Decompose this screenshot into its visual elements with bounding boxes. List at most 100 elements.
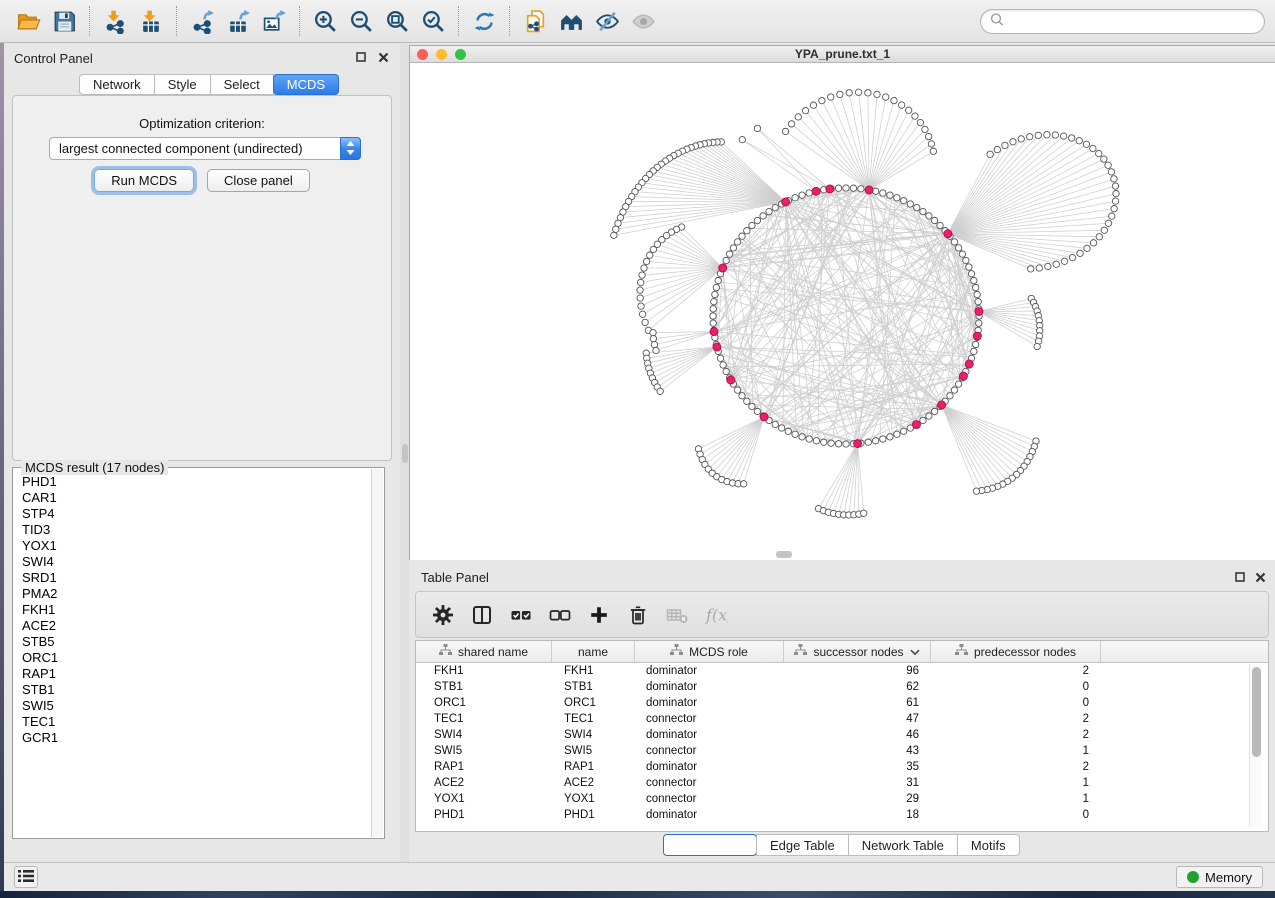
deselect-all-columns-button[interactable] — [545, 600, 575, 630]
zoom-out-button[interactable] — [343, 3, 379, 39]
table-scrollbar-thumb[interactable] — [1252, 667, 1261, 757]
mcds-result-scrollbar[interactable] — [371, 469, 383, 837]
mcds-result-item[interactable]: SWI4 — [22, 554, 371, 570]
zoom-fit-button[interactable] — [379, 3, 415, 39]
toolbar-separator — [89, 6, 90, 36]
mcds-result-item[interactable]: GCR1 — [22, 730, 371, 746]
cell-name: ACE2 — [552, 775, 635, 791]
table-scrollbar[interactable] — [1249, 664, 1262, 826]
open-session-button[interactable] — [10, 3, 46, 39]
column-gear-button[interactable] — [428, 600, 458, 630]
search-input[interactable] — [1009, 14, 1255, 28]
mcds-result-item[interactable]: RAP1 — [22, 666, 371, 682]
table-header-row: shared namenameMCDS rolesuccessor nodesp… — [416, 641, 1268, 663]
cell-successor-nodes: 62 — [784, 679, 931, 695]
mcds-result-item[interactable]: ORC1 — [22, 650, 371, 666]
close-table-panel-icon[interactable] — [1253, 570, 1267, 584]
mcds-result-item[interactable]: PMA2 — [22, 586, 371, 602]
tab-edge-table[interactable]: Edge Table — [756, 834, 849, 856]
memory-button[interactable]: Memory — [1176, 866, 1263, 888]
table-row[interactable]: STB1STB1dominator620 — [416, 679, 1268, 695]
table-row[interactable]: PHD1PHD1dominator180 — [416, 807, 1268, 823]
float-panel-icon[interactable] — [354, 50, 368, 64]
export-image-button[interactable] — [256, 3, 292, 39]
network-window-titlebar: YPA_prune.txt_1 — [410, 46, 1275, 63]
import-network-button[interactable] — [97, 3, 133, 39]
cell-predecessor-nodes: 1 — [931, 743, 1101, 759]
status-menu-button[interactable] — [14, 866, 38, 888]
close-panel-icon[interactable] — [376, 50, 390, 64]
cell-MCDS-role: connector — [635, 711, 784, 727]
hide-selected-button[interactable] — [589, 3, 625, 39]
mcds-result-item[interactable]: PHD1 — [22, 474, 371, 490]
network-canvas[interactable] — [410, 63, 1275, 560]
run-mcds-button[interactable]: Run MCDS — [94, 169, 194, 192]
cell-predecessor-nodes: 1 — [931, 775, 1101, 791]
close-panel-button[interactable]: Close panel — [207, 169, 310, 192]
cell-name: STB1 — [552, 679, 635, 695]
attribute-tree-icon — [794, 644, 807, 659]
cell-name: RAP1 — [552, 759, 635, 775]
table-row[interactable]: FKH1FKH1dominator962 — [416, 663, 1268, 679]
table-row[interactable]: ACE2ACE2connector311 — [416, 775, 1268, 791]
mcds-result-item[interactable]: STB1 — [22, 682, 371, 698]
export-table-button[interactable] — [220, 3, 256, 39]
float-table-panel-icon[interactable] — [1233, 570, 1247, 584]
column-header-MCDS-role[interactable]: MCDS role — [635, 641, 784, 662]
delete-table-button[interactable] — [662, 600, 692, 630]
tab-style[interactable]: Style — [154, 74, 211, 95]
table-row[interactable]: ORC1ORC1dominator610 — [416, 695, 1268, 711]
mcds-result-item[interactable]: TID3 — [22, 522, 371, 538]
export-network-button[interactable] — [184, 3, 220, 39]
tab-motifs[interactable]: Motifs — [957, 834, 1020, 856]
vertical-splitter-handle[interactable] — [402, 444, 408, 463]
control-panel: Control Panel NetworkStyleSelectMCDS Opt… — [4, 43, 400, 862]
tab-mcds[interactable]: MCDS — [273, 74, 339, 95]
save-session-button[interactable] — [46, 3, 82, 39]
first-neighbors-button[interactable] — [553, 3, 589, 39]
cell-name: PHD1 — [552, 807, 635, 823]
column-header-name[interactable]: name — [552, 641, 635, 662]
column-header-predecessor-nodes[interactable]: predecessor nodes — [931, 641, 1101, 662]
show-all-button[interactable] — [625, 3, 661, 39]
table-row[interactable]: TEC1TEC1connector472 — [416, 711, 1268, 727]
tab-select[interactable]: Select — [210, 74, 274, 95]
table-row[interactable]: SWI4SWI4dominator462 — [416, 727, 1268, 743]
toolbar-buttons — [10, 3, 661, 39]
mcds-result-item[interactable]: FKH1 — [22, 602, 371, 618]
tab-network-table[interactable]: Network Table — [848, 834, 958, 856]
network-graph[interactable] — [410, 63, 1275, 560]
import-table-button[interactable] — [133, 3, 169, 39]
mcds-result-item[interactable]: TEC1 — [22, 714, 371, 730]
zoom-in-button[interactable] — [307, 3, 343, 39]
select-all-columns-button[interactable] — [506, 600, 536, 630]
mcds-result-item[interactable]: ACE2 — [22, 618, 371, 634]
apply-layout-button[interactable] — [466, 3, 502, 39]
search-box — [980, 9, 1265, 34]
new-network-from-selection-button[interactable] — [517, 3, 553, 39]
mcds-result-item[interactable]: STB5 — [22, 634, 371, 650]
mcds-result-item[interactable]: SWI5 — [22, 698, 371, 714]
mcds-result-item[interactable]: YOX1 — [22, 538, 371, 554]
table-row[interactable]: YOX1YOX1connector291 — [416, 791, 1268, 807]
dropdown-stepper-icon — [340, 137, 361, 160]
column-header-shared-name[interactable]: shared name — [416, 641, 552, 662]
table-row[interactable]: RAP1RAP1dominator352 — [416, 759, 1268, 775]
horizontal-splitter-handle[interactable] — [776, 551, 792, 558]
tab-network[interactable]: Network — [79, 74, 155, 95]
cell-MCDS-role: dominator — [635, 663, 784, 679]
mcds-result-item[interactable]: STP4 — [22, 506, 371, 522]
equation-builder-button[interactable]: f(x) — [701, 600, 731, 630]
mcds-result-item[interactable]: SRD1 — [22, 570, 371, 586]
add-column-button[interactable] — [584, 600, 614, 630]
delete-column-button[interactable] — [623, 600, 653, 630]
cell-successor-nodes: 47 — [784, 711, 931, 727]
zoom-selected-button[interactable] — [415, 3, 451, 39]
column-header-successor-nodes[interactable]: successor nodes — [784, 641, 931, 662]
criterion-dropdown[interactable]: largest connected component (undirected) — [49, 137, 361, 160]
mcds-result-item[interactable]: CAR1 — [22, 490, 371, 506]
tab-node-table[interactable]: Node Table — [663, 834, 757, 856]
cell-MCDS-role: dominator — [635, 759, 784, 775]
table-row[interactable]: SWI5SWI5connector431 — [416, 743, 1268, 759]
show-column-panel-button[interactable] — [467, 600, 497, 630]
